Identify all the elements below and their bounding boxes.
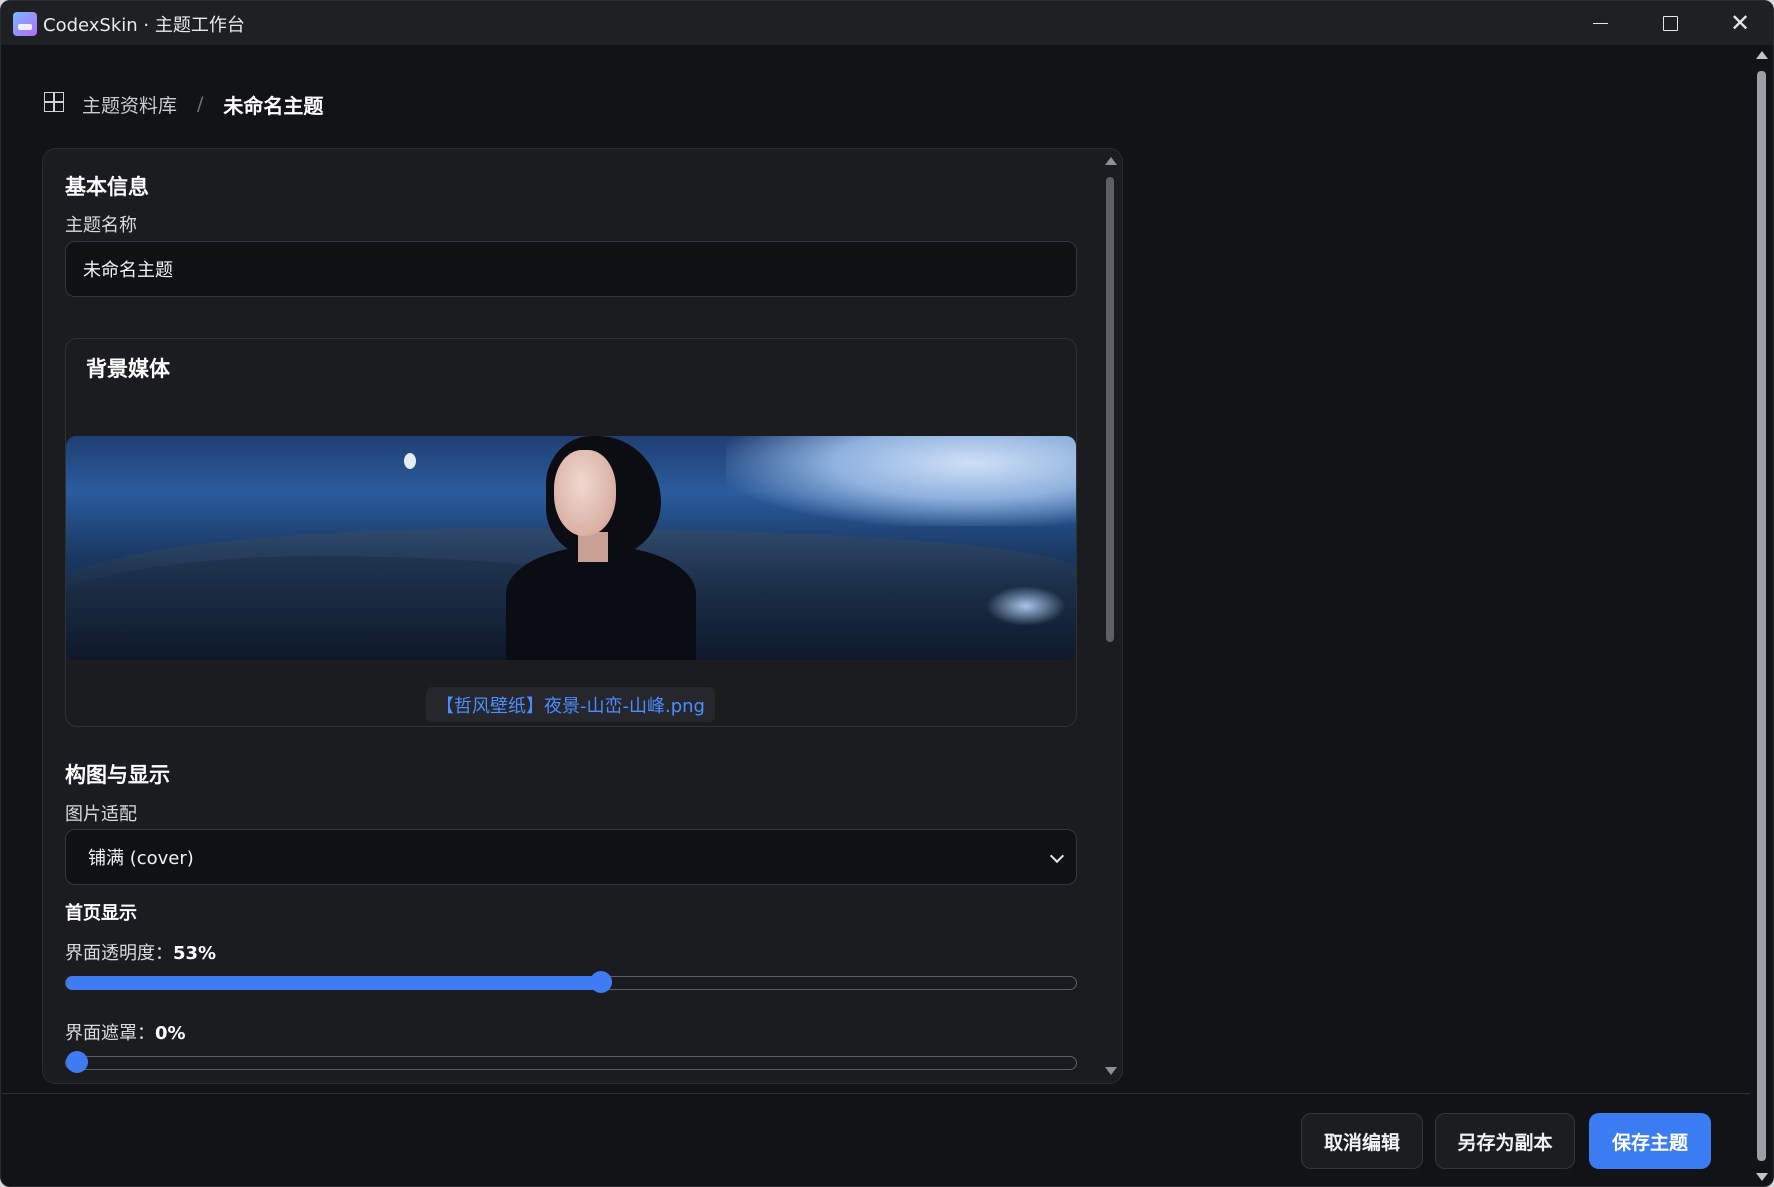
mask-label: 界面遮罩： — [65, 1023, 155, 1044]
mask-slider-thumb[interactable] — [66, 1051, 88, 1073]
media-file-name-link[interactable]: 【哲风壁纸】夜景-山峦-山峰.png — [426, 687, 715, 722]
minimize-icon — [1592, 22, 1608, 24]
panel-scrollbar[interactable] — [1103, 153, 1117, 1079]
app-logo-icon — [13, 12, 37, 36]
moon-shape — [404, 453, 416, 469]
theme-name-label: 主题名称 — [65, 215, 137, 236]
window-scroll-thumb[interactable] — [1757, 71, 1766, 1161]
mask-value: 0% — [155, 1023, 186, 1044]
background-media-card: 背景媒体 【哲风壁纸】夜景-山峦-山峰.png — [65, 338, 1077, 727]
scroll-down-icon[interactable] — [1105, 1067, 1117, 1075]
opacity-label-row: 界面透明度：53% — [65, 939, 216, 965]
save-as-copy-button[interactable]: 另存为副本 — [1435, 1113, 1575, 1169]
chevron-down-icon — [1049, 848, 1065, 864]
portrait-figure — [506, 436, 696, 660]
maximize-button[interactable] — [1635, 1, 1705, 45]
mask-label-row: 界面遮罩：0% — [65, 1019, 186, 1045]
minimize-button[interactable] — [1565, 1, 1635, 45]
breadcrumb-root-link[interactable]: 主题资料库 — [82, 91, 177, 118]
footer-actions: 取消编辑 另存为副本 保存主题 — [2, 1093, 1750, 1186]
breadcrumb: 主题资料库 / 未命名主题 — [44, 89, 323, 119]
opacity-slider-thumb[interactable] — [590, 971, 613, 993]
composition-title: 构图与显示 — [65, 763, 170, 787]
theme-editor-panel: 基本信息 主题名称 未命名主题 背景媒体 【哲风壁纸】夜景-山峦-山峰.png … — [42, 148, 1123, 1084]
image-fit-value: 铺满 (cover) — [88, 848, 194, 869]
background-media-title: 背景媒体 — [86, 357, 170, 381]
window-scroll-up-icon[interactable] — [1756, 51, 1768, 59]
opacity-value: 53% — [173, 943, 217, 964]
save-theme-button[interactable]: 保存主题 — [1589, 1113, 1711, 1169]
image-fit-select[interactable]: 铺满 (cover) — [65, 829, 1077, 885]
main-content: 主题资料库 / 未命名主题 基本信息 主题名称 未命名主题 背景媒体 【哲风壁纸… — [2, 45, 1750, 1093]
opacity-slider-fill — [66, 976, 602, 990]
breadcrumb-current: 未命名主题 — [223, 93, 324, 118]
window-scrollbar[interactable] — [1751, 45, 1773, 1186]
opacity-slider[interactable] — [65, 971, 1077, 993]
window-scroll-down-icon[interactable] — [1756, 1173, 1768, 1181]
panel-scroll-thumb[interactable] — [1106, 177, 1114, 642]
maximize-icon — [1662, 15, 1678, 31]
breadcrumb-separator: / — [197, 93, 204, 115]
panel-content: 基本信息 主题名称 未命名主题 背景媒体 【哲风壁纸】夜景-山峦-山峰.png … — [65, 149, 1077, 1083]
cancel-edit-button[interactable]: 取消编辑 — [1301, 1113, 1423, 1169]
mask-slider[interactable] — [65, 1051, 1077, 1073]
close-button[interactable]: ✕ — [1705, 1, 1773, 45]
app-window: CodexSkin · 主题工作台 ✕ 主题资料库 / 未命名主题 基本信息 主… — [0, 0, 1774, 1187]
close-icon: ✕ — [1729, 9, 1751, 37]
theme-name-value: 未命名主题 — [83, 260, 173, 281]
opacity-label: 界面透明度： — [65, 943, 173, 964]
scroll-up-icon[interactable] — [1105, 157, 1117, 165]
basic-info-title: 基本信息 — [65, 175, 149, 199]
grid-icon[interactable] — [44, 92, 68, 116]
homepage-display-title: 首页显示 — [65, 903, 137, 924]
background-image-preview[interactable] — [66, 436, 1076, 660]
theme-name-input[interactable]: 未命名主题 — [65, 241, 1077, 297]
window-title: CodexSkin · 主题工作台 — [43, 15, 245, 36]
title-bar: CodexSkin · 主题工作台 ✕ — [1, 1, 1773, 45]
image-fit-label: 图片适配 — [65, 804, 137, 825]
